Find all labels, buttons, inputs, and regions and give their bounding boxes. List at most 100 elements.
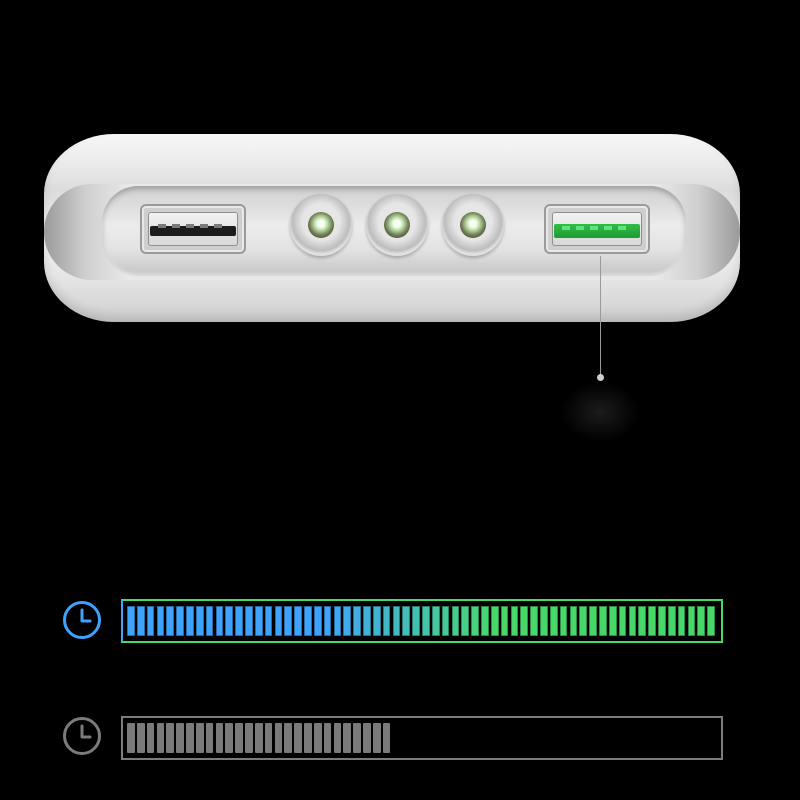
progress-segment — [205, 723, 214, 753]
progress-segment — [215, 723, 224, 753]
progress-segment — [618, 606, 627, 636]
progress-segment — [166, 723, 175, 753]
progress-segment — [136, 606, 145, 636]
progress-segment — [264, 606, 273, 636]
progress-segment — [412, 606, 420, 636]
progress-segment — [461, 606, 470, 636]
progress-segment — [323, 606, 332, 636]
progress-segment — [402, 606, 411, 636]
progress-segment — [245, 723, 253, 753]
progress-segment — [235, 606, 243, 636]
progress-segment — [540, 606, 548, 636]
usb-a-port-icon — [140, 204, 246, 254]
progress-segment — [186, 723, 194, 753]
progress-segment — [215, 606, 224, 636]
led-icon — [442, 194, 504, 256]
progress-segment — [274, 606, 283, 636]
progress-segment — [500, 606, 509, 636]
progress-segment — [471, 606, 479, 636]
progress-segment — [667, 606, 676, 636]
progress-segment — [304, 606, 312, 636]
progress-segment — [156, 606, 165, 636]
progress-segment — [648, 606, 656, 636]
progress-segment — [599, 606, 607, 636]
progress-segment — [127, 606, 135, 636]
progress-segment — [422, 606, 430, 636]
progress-segment — [186, 606, 194, 636]
progress-segment — [658, 606, 666, 636]
standard-charge-progress-bar — [121, 716, 723, 760]
progress-segment — [382, 606, 391, 636]
progress-segment — [235, 723, 243, 753]
progress-segment — [146, 606, 155, 636]
callout-line — [600, 256, 601, 376]
usb-a-fast-charge-port-icon — [544, 204, 650, 254]
progress-segment — [579, 606, 588, 636]
progress-segment — [136, 723, 145, 753]
progress-segment — [628, 606, 637, 636]
progress-segment — [569, 606, 578, 636]
led-icon — [366, 194, 428, 256]
progress-segment — [608, 606, 617, 636]
progress-segment — [363, 723, 371, 753]
power-bank — [44, 134, 740, 322]
progress-segment — [156, 723, 165, 753]
led-icon — [290, 194, 352, 256]
progress-segment — [225, 723, 234, 753]
progress-segment — [520, 606, 529, 636]
progress-segment — [559, 606, 568, 636]
progress-segment — [333, 606, 342, 636]
progress-segment — [127, 723, 135, 753]
progress-segment — [510, 606, 519, 636]
progress-segment — [372, 723, 381, 753]
progress-segment — [333, 723, 342, 753]
fast-charge-progress-bar — [121, 599, 723, 643]
progress-segment — [549, 606, 558, 636]
progress-segment — [264, 723, 273, 753]
callout-glow — [560, 382, 640, 442]
progress-segment — [205, 606, 214, 636]
progress-segment — [343, 606, 352, 636]
progress-segment — [431, 606, 440, 636]
progress-segment — [481, 606, 489, 636]
progress-segment — [146, 723, 155, 753]
callout-dot — [597, 374, 604, 381]
progress-segment — [254, 606, 263, 636]
progress-segment — [284, 723, 293, 753]
progress-segment — [166, 606, 175, 636]
progress-segment — [392, 606, 401, 636]
progress-segment — [176, 723, 184, 753]
progress-segment — [490, 606, 499, 636]
progress-segment — [372, 606, 381, 636]
progress-segment — [382, 723, 391, 753]
progress-segment — [304, 723, 312, 753]
progress-segment — [451, 606, 460, 636]
clock-icon — [62, 716, 102, 756]
progress-segment — [195, 723, 204, 753]
clock-icon — [62, 600, 102, 640]
progress-segment — [589, 606, 597, 636]
progress-segment — [441, 606, 450, 636]
progress-segment — [195, 606, 204, 636]
progress-segment — [707, 606, 715, 636]
progress-segment — [176, 606, 184, 636]
progress-segment — [294, 723, 302, 753]
progress-segment — [353, 606, 361, 636]
progress-segment — [245, 606, 253, 636]
progress-segment — [254, 723, 263, 753]
progress-segment — [313, 606, 322, 636]
progress-segment — [274, 723, 283, 753]
progress-segment — [323, 723, 332, 753]
progress-segment — [363, 606, 371, 636]
progress-segment — [353, 723, 361, 753]
progress-segment — [294, 606, 302, 636]
progress-segment — [343, 723, 352, 753]
progress-segment — [284, 606, 293, 636]
progress-segments — [127, 723, 717, 753]
progress-segment — [313, 723, 322, 753]
progress-segment — [530, 606, 538, 636]
progress-segment — [677, 606, 686, 636]
progress-segment — [697, 606, 706, 636]
progress-segment — [225, 606, 234, 636]
progress-segment — [687, 606, 696, 636]
